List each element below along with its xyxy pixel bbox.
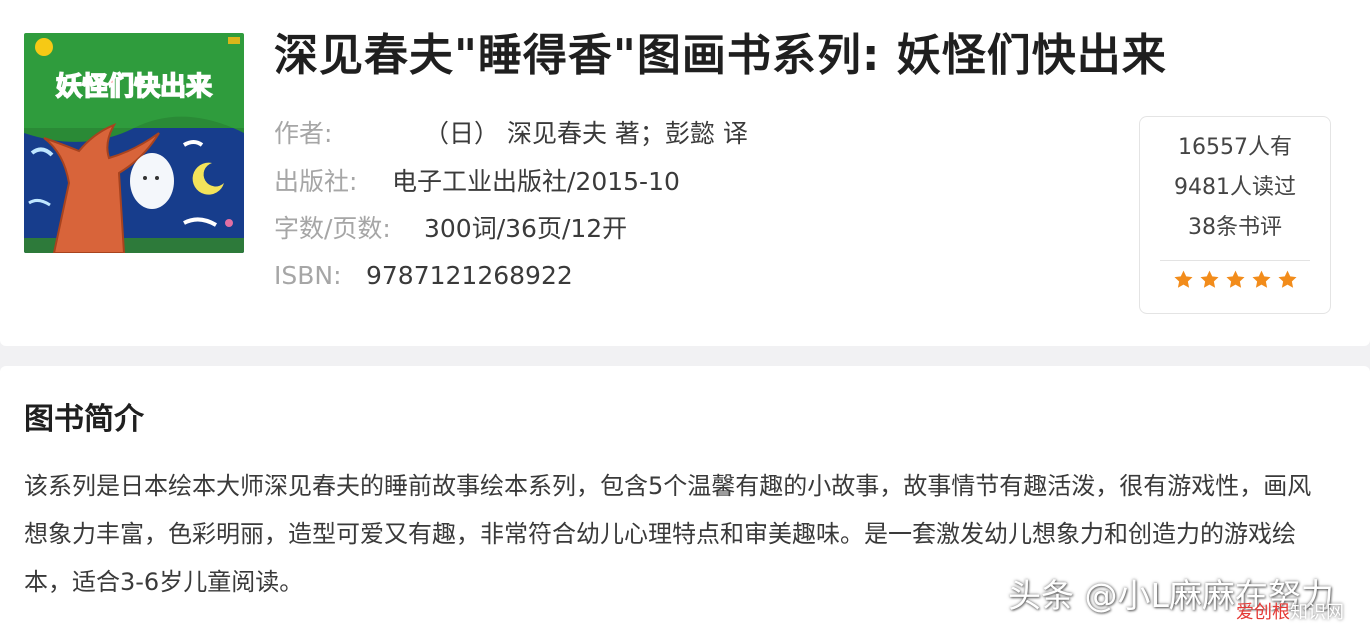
star-icon	[1199, 270, 1219, 288]
book-title: 深见春夫"睡得香"图画书系列: 妖怪们快出来	[274, 30, 1167, 81]
review-count[interactable]: 38条书评	[1140, 208, 1330, 248]
meta-words-row: 字数/页数: 300词/36页/12开	[274, 213, 627, 245]
star-icon	[1251, 270, 1271, 288]
rating-stars	[1140, 269, 1330, 290]
have-count: 16557人有	[1178, 135, 1292, 160]
meta-author-row: 作者: （日） 深见春夫 著；彭懿 译	[274, 118, 748, 150]
site-watermark-rest: 知识网	[1290, 602, 1344, 623]
words-value: 300词/36页/12开	[424, 214, 628, 243]
cover-title-text: 妖怪们快出来	[56, 72, 213, 102]
star-icon	[1277, 270, 1297, 288]
meta-isbn-row: ISBN: 9787121268922	[274, 260, 573, 292]
publisher-value: 电子工业出版社/2015-10	[392, 167, 680, 196]
intro-heading: 图书简介	[24, 402, 144, 437]
meta-publisher-row: 出版社: 电子工业出版社/2015-10	[274, 166, 680, 198]
star-icon	[1173, 270, 1193, 288]
isbn-label: ISBN:	[274, 261, 342, 290]
book-cover-image[interactable]: 妖怪们快出来	[24, 33, 244, 253]
book-info-card: 妖怪们快出来 深见春夫"睡得香"图画书系列: 妖怪们快出来 作者: （日） 深见春…	[0, 0, 1370, 346]
isbn-value: 9787121268922	[366, 261, 573, 290]
star-icon	[1225, 270, 1245, 288]
stats-divider	[1160, 260, 1310, 261]
site-watermark: 爱创根知识网	[1236, 600, 1344, 626]
reader-stats-box: 16557人有 9481人读过 38条书评	[1139, 116, 1331, 314]
read-count: 9481人读过	[1174, 175, 1296, 200]
site-watermark-accent: 爱创根	[1236, 602, 1290, 623]
publisher-label: 出版社:	[274, 167, 358, 196]
words-label: 字数/页数:	[274, 214, 391, 243]
author-value[interactable]: （日） 深见春夫 著；彭懿 译	[424, 118, 748, 150]
author-label: 作者:	[274, 119, 333, 148]
